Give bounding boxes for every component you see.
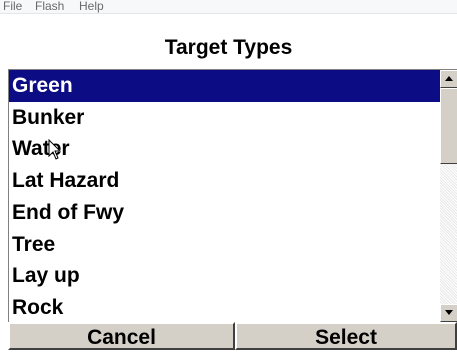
scroll-up-arrow-icon	[445, 76, 453, 81]
menu-flash[interactable]: Flash	[35, 0, 64, 13]
select-button[interactable]: Select	[235, 322, 457, 350]
target-types-listbox[interactable]: Green Bunker Water Lat Hazard End of Fwy…	[8, 69, 457, 322]
scrollbar-thumb[interactable]	[440, 88, 457, 164]
list-item-lat-hazard[interactable]: Lat Hazard	[9, 165, 440, 197]
list-item-end-of-fwy[interactable]: End of Fwy	[9, 197, 440, 229]
dialog-title: Target Types	[164, 36, 293, 59]
list-item-green[interactable]: Green	[9, 70, 440, 102]
cancel-button[interactable]: Cancel	[8, 322, 235, 350]
list-item-water[interactable]: Water	[9, 133, 440, 165]
mouse-pointer-icon	[48, 139, 62, 160]
scroll-down-arrow-icon	[445, 310, 453, 315]
list-item-lay-up[interactable]: Lay up	[9, 260, 440, 292]
list-item-bunker[interactable]: Bunker	[9, 102, 440, 134]
menu-file[interactable]: File	[3, 0, 22, 13]
menu-help[interactable]: Help	[79, 0, 104, 13]
vertical-scrollbar[interactable]	[440, 70, 457, 322]
menu-bar: File Flash Help	[0, 0, 457, 14]
scroll-up-button[interactable]	[440, 70, 457, 88]
target-types-list: Green Bunker Water Lat Hazard End of Fwy…	[9, 70, 440, 322]
list-item-rock[interactable]: Rock	[9, 292, 440, 322]
list-item-tree[interactable]: Tree	[9, 229, 440, 261]
scroll-down-button[interactable]	[440, 304, 457, 322]
